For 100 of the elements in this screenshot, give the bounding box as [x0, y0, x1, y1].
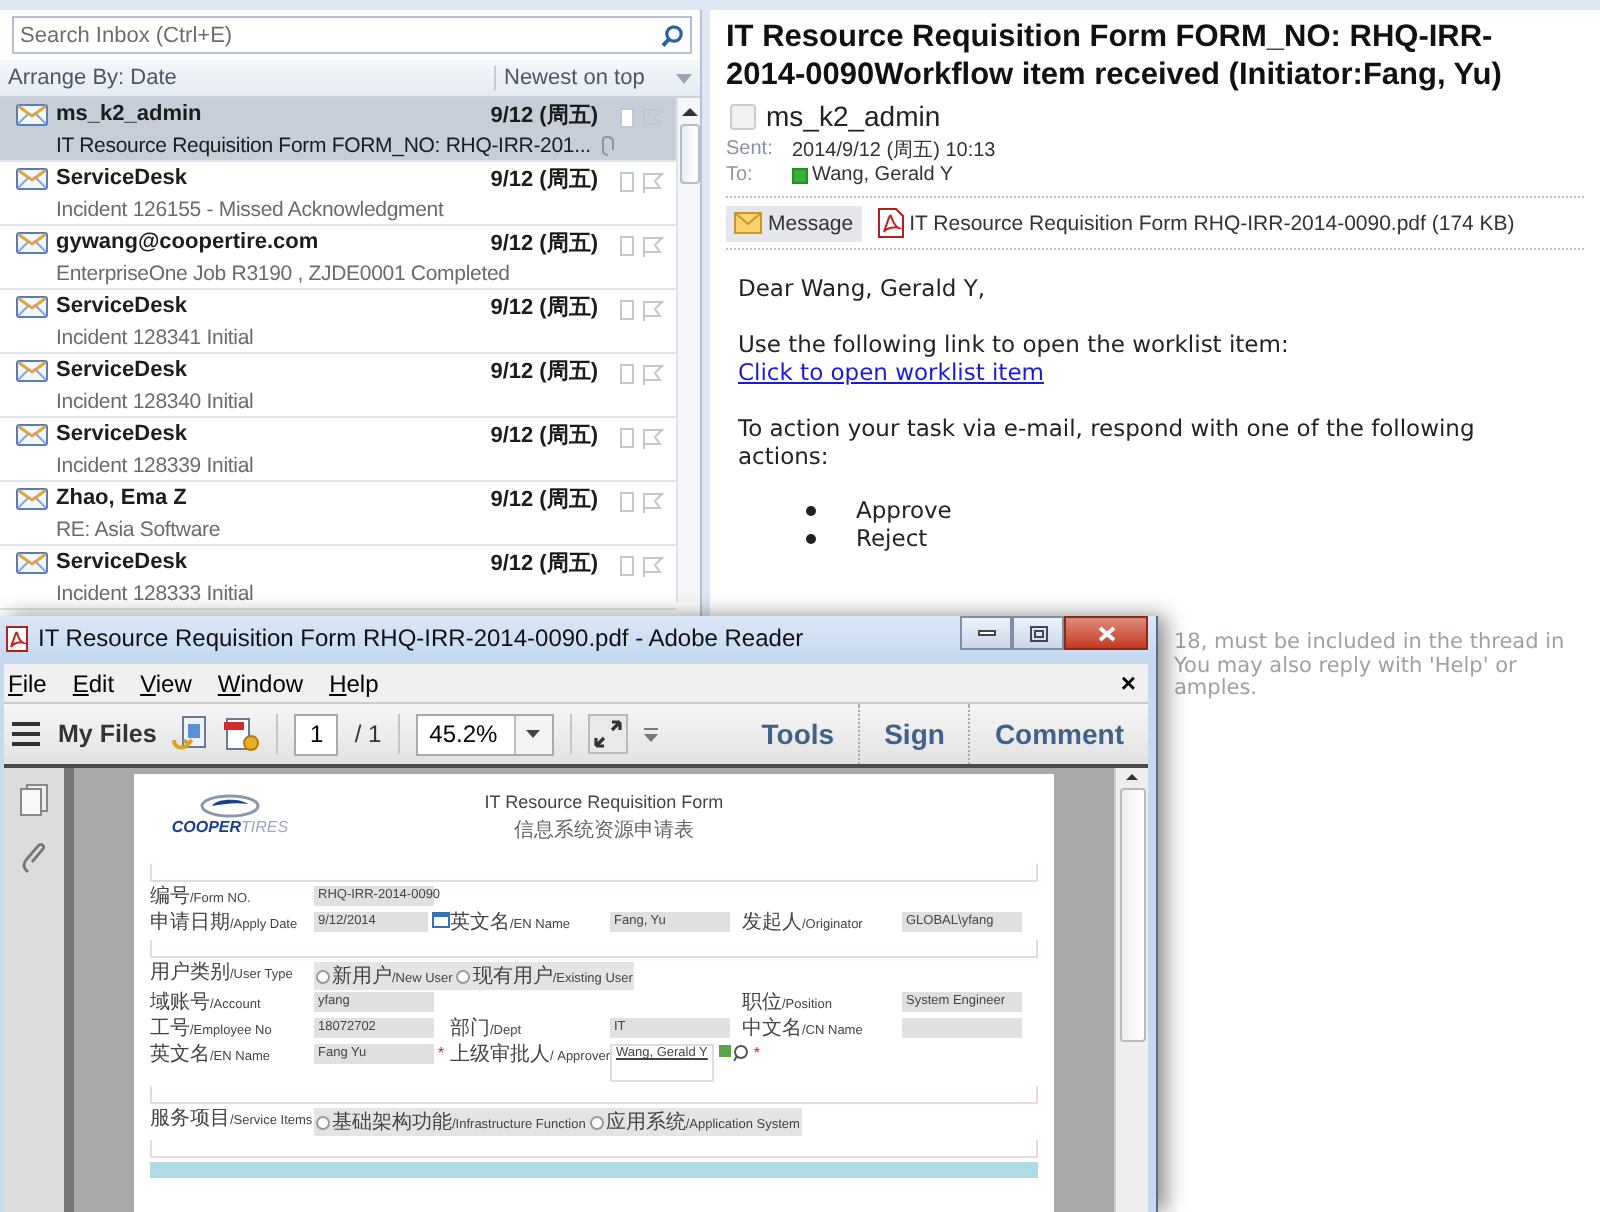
category-icon	[620, 492, 634, 512]
search-field[interactable]: Search Inbox (Ctrl+E)	[12, 16, 692, 54]
sender-name: gywang@coopertire.com	[56, 230, 321, 254]
close-document-button[interactable]: ×	[1120, 668, 1136, 698]
envelope-icon	[16, 484, 48, 512]
maximize-button[interactable]	[1012, 616, 1064, 650]
prompt-text: To action your task via e-mail, respond with one of the following actions:	[738, 414, 1477, 470]
sent-label: Sent:	[726, 138, 775, 160]
sender-name: ms_k2_admin	[766, 100, 941, 132]
flag-icon	[642, 491, 664, 513]
category-icon	[620, 108, 634, 128]
comment-button[interactable]: Comment	[968, 704, 1148, 764]
window-title: IT Resource Requisition Form RHQ-IRR-2014-0090.pdf - Adobe Reader	[38, 624, 806, 652]
mail-item[interactable]: Zhao, Ema Z 9/12 (周五) RE: Asia Software	[0, 482, 676, 546]
page-number-field[interactable]: 1	[294, 713, 339, 755]
email-subject: IT Resource Requisition Form FORM_NO: RHQ-IRR-2014-0090Workflow item received (Initiator:Fang, Yu)	[726, 18, 1504, 94]
envelope-icon	[16, 420, 48, 448]
envelope-icon	[16, 356, 48, 384]
category-icon	[620, 364, 634, 384]
mail-date: 9/12 (周五)	[490, 293, 598, 321]
contact-picture	[730, 103, 756, 129]
mail-date: 9/12 (周五)	[490, 165, 598, 193]
body-text: amples.	[1174, 678, 1258, 701]
pdf-icon	[6, 625, 28, 651]
pages-icon	[20, 784, 48, 816]
envelope-icon	[16, 548, 48, 576]
scrollbar[interactable]	[676, 98, 700, 602]
input-field[interactable]	[902, 1018, 1022, 1038]
mail-subject: IT Resource Requisition Form FORM_NO: RHQ-IRR-201...	[56, 133, 591, 157]
search-icon	[660, 24, 684, 48]
sign-button[interactable]: Sign	[858, 704, 969, 764]
body-text: 18, must be included in the thread in	[1174, 632, 1567, 655]
maximize-icon	[1029, 625, 1047, 641]
sender-name: ServiceDesk	[56, 358, 189, 382]
menu-item[interactable]: Help	[329, 669, 379, 697]
zoom-dropdown[interactable]: 45.2%	[415, 713, 554, 755]
message-tab[interactable]: Message	[726, 205, 862, 241]
category-icon	[620, 556, 634, 576]
arrange-by-label[interactable]: Arrange By: Date	[8, 66, 494, 90]
flag-icon	[642, 299, 664, 321]
mail-item[interactable]: ServiceDesk 9/12 (周五) Incident 128339 Initial	[0, 418, 676, 482]
sender-name: ServiceDesk	[56, 166, 189, 190]
required-mark: *	[438, 1044, 445, 1062]
category-icon	[620, 236, 634, 256]
menu-item[interactable]: Edit	[72, 669, 115, 697]
close-icon	[1097, 625, 1115, 641]
category-icon	[620, 300, 634, 320]
mail-subject: EnterpriseOne Job R3190 , ZJDE0001 Completed	[56, 261, 510, 285]
flag-icon	[642, 555, 664, 577]
envelope-icon	[16, 164, 48, 192]
form-title: 信息系统资源申请表	[512, 817, 696, 844]
menu-item[interactable]: File	[8, 669, 47, 697]
dropdown-icon	[526, 730, 541, 738]
close-button[interactable]	[1064, 616, 1148, 650]
mail-item[interactable]: ServiceDesk 9/12 (周五) Incident 126155 - Missed Acknowledgment	[0, 162, 676, 226]
envelope-icon	[734, 212, 762, 234]
mail-item[interactable]: ms_k2_admin 9/12 (周五) IT Resource Requisition Form FORM_NO: RHQ-IRR-201...	[0, 98, 676, 162]
bullet-icon	[806, 505, 816, 515]
full-screen-button[interactable]	[587, 714, 628, 754]
scrollbar[interactable]	[1114, 768, 1148, 1212]
minimize-button[interactable]	[960, 616, 1012, 650]
menu-item[interactable]: View	[140, 669, 192, 697]
sender-name: ms_k2_admin	[56, 102, 204, 126]
mail-item[interactable]: ServiceDesk 9/12 (周五) Incident 128340 Initial	[0, 354, 676, 418]
sender-name: ServiceDesk	[56, 294, 189, 318]
lookup-icons	[717, 1044, 750, 1062]
attachment-tab[interactable]: IT Resource Requisition Form RHQ-IRR-2014-0090.pdf (174 KB)	[869, 202, 1523, 244]
mail-subject: RE: Asia Software	[56, 517, 221, 541]
sort-order-label[interactable]: Newest on top	[494, 66, 676, 90]
menu-item[interactable]: Window	[217, 669, 304, 697]
mail-date: 9/12 (周五)	[490, 549, 598, 577]
greeting-text: Dear Wang, Gerald Y,	[738, 274, 988, 302]
envelope-icon	[16, 228, 48, 256]
mail-subject: Incident 128341 Initial	[56, 325, 254, 349]
mail-subject: Incident 128333 Initial	[56, 581, 254, 605]
sender-name: Zhao, Ema Z	[56, 486, 189, 510]
mail-subject: Incident 128339 Initial	[56, 453, 254, 477]
worklist-link[interactable]: Click to open worklist item	[738, 358, 1572, 386]
mail-date: 9/12 (周五)	[490, 485, 598, 513]
page-total: / 1	[354, 720, 382, 748]
paperclip-icon	[22, 842, 46, 874]
calendar-icon	[432, 912, 450, 928]
body-text: You may also reply with 'Help' or	[1174, 655, 1519, 677]
flag-icon	[642, 427, 664, 449]
sender-name: ServiceDesk	[56, 422, 189, 446]
mail-item[interactable]: ServiceDesk 9/12 (周五) Incident 128333 Initial	[0, 546, 676, 610]
category-icon	[620, 172, 634, 192]
category-icon	[620, 428, 634, 448]
mail-date: 9/12 (周五)	[490, 229, 598, 257]
tools-button[interactable]: Tools	[737, 704, 859, 764]
mail-item[interactable]: ServiceDesk 9/12 (周五) Incident 128341 Initial	[0, 290, 676, 354]
flag-icon	[642, 363, 664, 385]
recipient-name[interactable]: Wang, Gerald Y	[812, 164, 954, 186]
sender-name: ServiceDesk	[56, 550, 189, 574]
presence-icon	[792, 167, 808, 183]
form-title: IT Resource Requisition Form	[482, 792, 726, 812]
sent-date: 2014/9/12 (周五) 10:13	[792, 137, 996, 163]
mail-date: 9/12 (周五)	[490, 101, 598, 129]
mail-item[interactable]: gywang@coopertire.com 9/12 (周五) EnterpriseOne Job R3190 , ZJDE0001 Completed	[0, 226, 676, 290]
my-files-button[interactable]: My Files	[12, 720, 157, 748]
